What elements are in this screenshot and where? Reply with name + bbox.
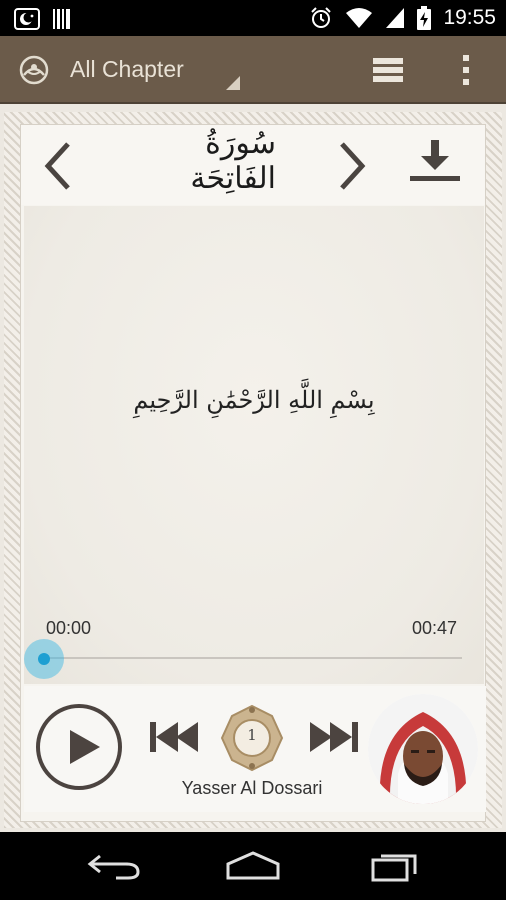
surah-title: سُورَةُ الفَاتِحَة (190, 126, 276, 196)
reciter-name: Yasser Al Dossari (181, 778, 323, 798)
previous-verse-button[interactable] (148, 720, 200, 754)
recents-icon[interactable] (370, 850, 420, 882)
verse-number: 1 (247, 726, 257, 744)
reciter-portrait-icon (368, 694, 478, 804)
status-notifications (14, 8, 72, 30)
spinner-caret-icon (226, 76, 240, 90)
chapter-spinner-label: All Chapter (70, 56, 184, 82)
action-bar: All Chapter (0, 36, 506, 104)
verse-area (24, 206, 484, 684)
seek-thumb[interactable] (24, 639, 64, 679)
download-icon[interactable] (406, 136, 464, 186)
barcode-icon (53, 9, 70, 29)
home-icon[interactable] (224, 850, 282, 880)
current-time: 00:00 (46, 618, 92, 638)
play-icon (70, 730, 100, 764)
next-verse-button[interactable] (308, 720, 360, 754)
status-time: 19:55 (443, 6, 496, 29)
seek-bar[interactable] (44, 657, 462, 659)
app-logo-icon[interactable] (16, 53, 52, 87)
verse-text: بِسْمِ اللَّهِ الرَّحْمَٰنِ الرَّحِيمِ (133, 386, 375, 414)
signal-icon (386, 8, 405, 28)
status-system: 19:55 (309, 6, 496, 30)
navigation-bar (0, 832, 506, 900)
previous-surah-button[interactable] (40, 138, 76, 194)
overflow-menu-icon[interactable] (458, 52, 474, 88)
battery-charging-icon (417, 6, 432, 30)
play-button[interactable] (36, 704, 122, 790)
seek-thumb-dot (38, 653, 50, 665)
status-bar: 19:55 (0, 0, 506, 36)
total-time: 00:47 (412, 618, 458, 638)
reciter-avatar[interactable] (368, 694, 478, 804)
wifi-icon (346, 8, 373, 28)
alarm-icon (311, 7, 332, 28)
next-surah-button[interactable] (334, 138, 370, 194)
back-icon[interactable] (86, 852, 142, 880)
list-icon[interactable] (372, 56, 404, 84)
notification-crescent-icon (14, 8, 40, 30)
chapter-spinner[interactable]: All Chapter (70, 48, 242, 94)
